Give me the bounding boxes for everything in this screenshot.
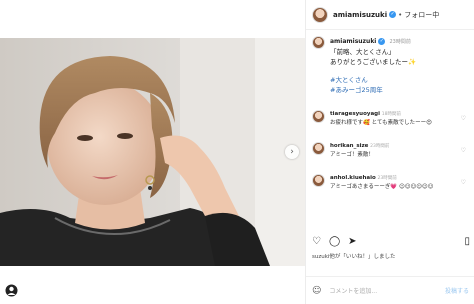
comment-time: 23時間前 <box>370 144 390 149</box>
caption-time: 23時間前 <box>389 39 411 45</box>
post-header: amiamisuzuki ✓ • フォロー中 <box>306 0 474 30</box>
heart-icon[interactable]: ♡ <box>461 179 466 186</box>
comment-composer: ☺ コメントを追加... 投稿する <box>306 276 474 304</box>
caption-line-2: ありがとうございましたー✨ <box>330 58 417 66</box>
comment-list: tiaragesyuoyagi 18時間前 お疲れ様です🥰 とても素敵でしたーー… <box>312 110 470 206</box>
separator-dot: • <box>398 10 403 19</box>
media-panel: › <box>0 0 305 304</box>
post-comment-button[interactable]: 投稿する <box>445 286 469 295</box>
profile-icon[interactable] <box>5 284 18 297</box>
carousel-next-button[interactable]: › <box>285 145 299 159</box>
verified-badge-icon: ✓ <box>389 11 397 18</box>
commenter-avatar[interactable] <box>312 174 325 187</box>
author-username[interactable]: amiamisuzuki <box>333 11 387 19</box>
share-icon[interactable]: ➤ <box>348 237 356 247</box>
comment-input[interactable]: コメントを追加... <box>329 286 445 295</box>
commenter-username[interactable]: anhol.kiuehaio <box>330 175 376 181</box>
chevron-right-icon: › <box>290 146 294 157</box>
comment-item: anhol.kiuehaio 23時間前 アミーゴあさまるーーぎ💗 ☺☺☺☺☺☺… <box>312 174 470 200</box>
hashtag-2[interactable]: #あみーゴ25周年 <box>330 85 416 95</box>
comment-text: アミーゴあさまるーーぎ💗 ☺☺☺☺☺☺ <box>330 184 434 190</box>
bookmark-icon[interactable]: ▯ <box>464 237 470 247</box>
heart-icon[interactable]: ♡ <box>461 115 466 122</box>
liked-by-text[interactable]: suzuki他が「いいね！」しました <box>312 252 395 260</box>
comment-icon[interactable]: ◯ <box>329 237 340 247</box>
commenter-avatar[interactable] <box>312 110 325 123</box>
comment-time: 23時間前 <box>377 176 397 181</box>
heart-icon[interactable]: ♡ <box>461 147 466 154</box>
instagram-post-modal: › amiamisuzuki ✓ • フォロー中 amiamisuzuki ✓ 2… <box>0 0 474 304</box>
emoji-icon[interactable]: ☺ <box>312 286 321 296</box>
post-caption: amiamisuzuki ✓ 23時間前 「前略、大とくさん」 ありがとうございま… <box>312 36 470 95</box>
comment-time: 18時間前 <box>381 112 401 117</box>
action-bar: ♡ ◯ ➤ ▯ <box>312 235 470 249</box>
hashtag-1[interactable]: #大とくさん <box>330 75 416 85</box>
verified-badge-icon: ✓ <box>378 37 386 45</box>
comment-text: アミーゴ！素敵！ <box>330 152 374 158</box>
commenter-username[interactable]: tiaragesyuoyagi <box>330 111 380 117</box>
following-button[interactable]: フォロー中 <box>404 10 439 20</box>
caption-username[interactable]: amiamisuzuki <box>330 38 376 45</box>
comment-item: horikan_size 23時間前 アミーゴ！素敵！ ♡ <box>312 142 470 168</box>
post-photo[interactable] <box>0 38 305 266</box>
commenter-username[interactable]: horikan_size <box>330 143 368 149</box>
post-sidebar: amiamisuzuki ✓ • フォロー中 amiamisuzuki ✓ 23時… <box>305 0 474 304</box>
comment-text: お疲れ様です🥰 とても素敵でしたーー😍 <box>330 120 432 126</box>
commenter-avatar[interactable] <box>312 142 325 155</box>
portrait-image <box>0 38 305 266</box>
caption-avatar[interactable] <box>312 36 325 49</box>
heart-icon[interactable]: ♡ <box>312 237 321 247</box>
author-avatar[interactable] <box>312 6 328 23</box>
caption-line-1: 「前略、大とくさん」 <box>330 48 395 56</box>
comment-item: tiaragesyuoyagi 18時間前 お疲れ様です🥰 とても素敵でしたーー… <box>312 110 470 136</box>
